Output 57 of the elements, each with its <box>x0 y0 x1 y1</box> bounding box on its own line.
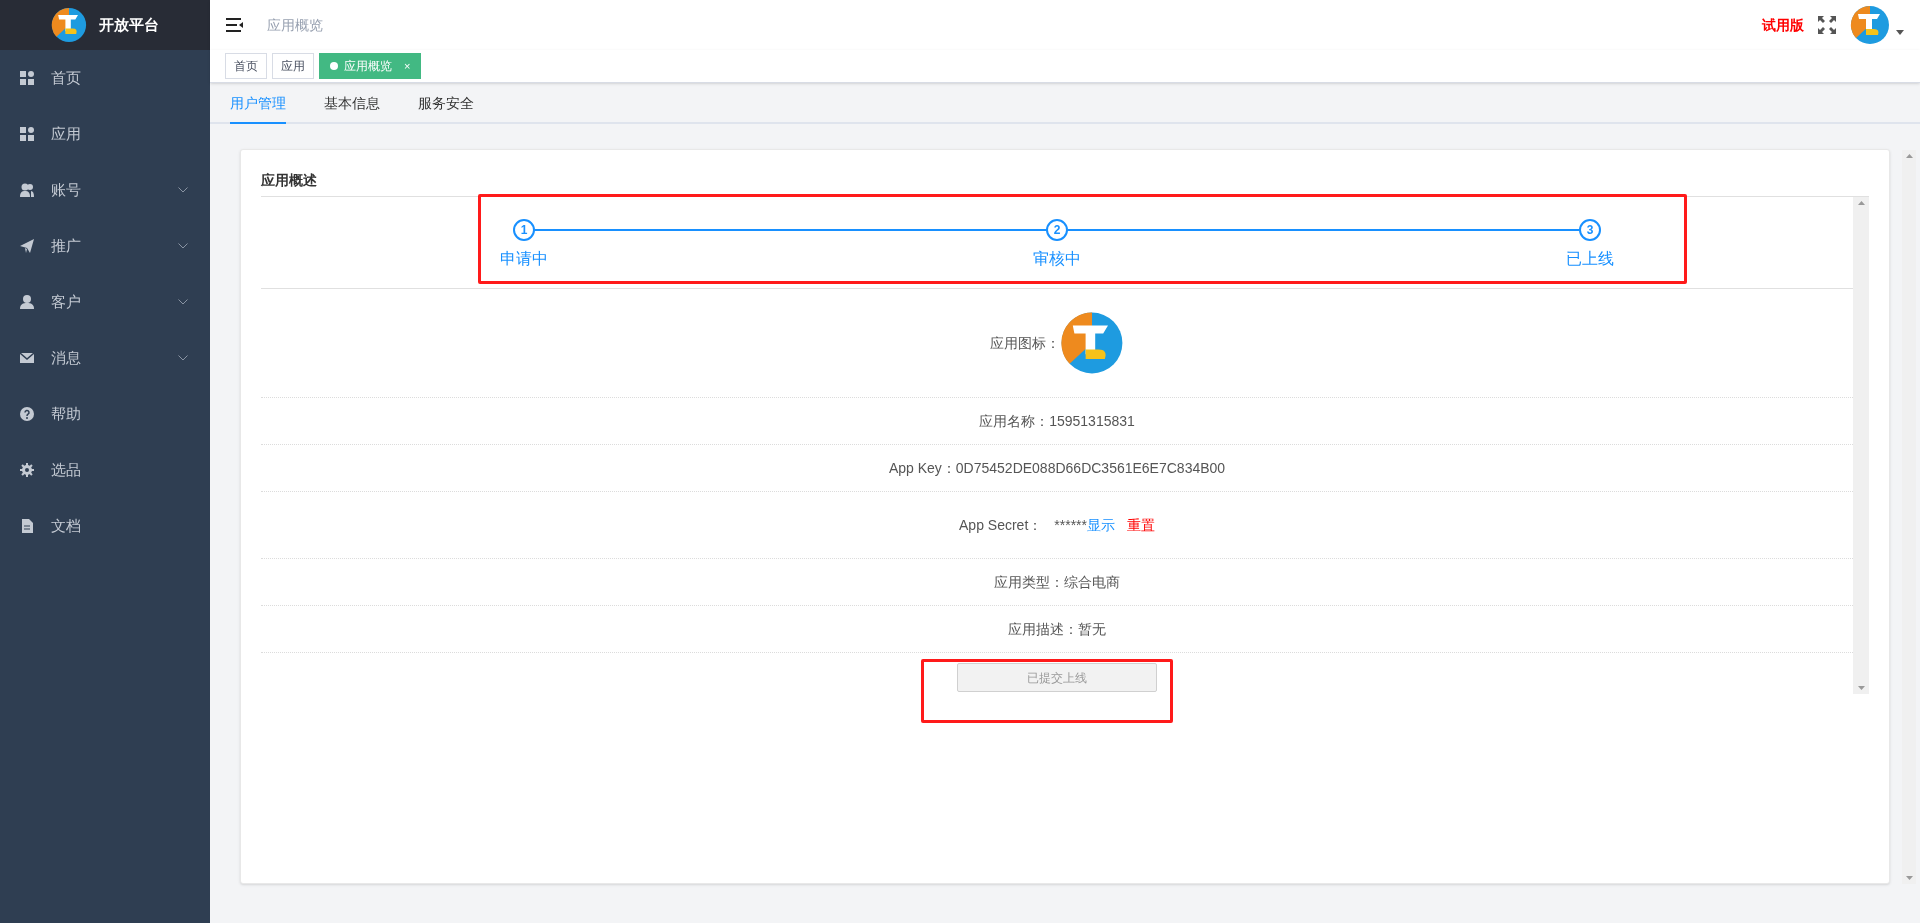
sidebar-item[interactable]: 应用 <box>0 106 210 162</box>
step-number: 1 <box>513 219 535 241</box>
scrollbar[interactable] <box>1853 197 1869 694</box>
field-value: 15951315831 <box>1049 411 1135 431</box>
tag-tab[interactable]: 首页 <box>225 53 267 79</box>
scrollbar[interactable] <box>1902 150 1916 884</box>
breadcrumb: 应用概览 <box>267 15 323 35</box>
step-label: 已上线 <box>1566 249 1614 269</box>
brand-name: 开放平台 <box>99 14 159 35</box>
field-label: 应用图标： <box>990 333 1060 353</box>
mail-icon <box>20 351 34 365</box>
field-value: ****** <box>1054 515 1087 535</box>
fullscreen-icon[interactable] <box>1818 16 1836 34</box>
step-number: 2 <box>1046 219 1068 241</box>
caret-icon[interactable] <box>1896 29 1904 35</box>
scroll-up-icon[interactable] <box>1905 154 1913 158</box>
sidebar-item[interactable]: 消息 <box>0 330 210 386</box>
app-logo-icon <box>1060 311 1124 375</box>
sidebar-item[interactable]: 首页 <box>0 50 210 106</box>
help-icon <box>20 407 34 421</box>
grid-icon <box>20 71 34 85</box>
field-label: 应用类型： <box>994 572 1064 592</box>
field-label: App Key： <box>888 458 956 478</box>
gear-icon <box>20 463 34 477</box>
menu-icon[interactable] <box>226 18 243 32</box>
scroll-up-icon[interactable] <box>1857 201 1865 205</box>
grid-icon <box>20 127 34 141</box>
tab[interactable]: 基本信息 <box>324 93 380 124</box>
card-title: 应用概述 <box>261 171 318 190</box>
file-icon <box>20 519 34 533</box>
logo-icon <box>1850 5 1890 45</box>
field-label: 应用名称： <box>979 411 1050 431</box>
scroll-down-icon[interactable] <box>1857 686 1865 690</box>
sidebar-item[interactable]: 推广 <box>0 218 210 274</box>
tab[interactable]: 服务安全 <box>418 93 474 124</box>
step-label: 审核中 <box>1033 249 1081 269</box>
trial-label: 试用版 <box>1762 15 1804 35</box>
sidebar-item[interactable]: 帮助 <box>0 386 210 442</box>
field-value: 0D75452DE088D66DC3561E6E7C834B00 <box>955 458 1226 478</box>
logo-icon <box>51 7 87 43</box>
paper-plane-icon <box>20 239 34 253</box>
user-icon <box>20 295 34 309</box>
avatar[interactable] <box>1850 5 1890 45</box>
field-label: 应用描述： <box>1008 619 1078 639</box>
scroll-down-icon[interactable] <box>1905 876 1913 880</box>
step-label: 申请中 <box>500 249 548 269</box>
tag-tab[interactable]: 应用 <box>272 53 314 79</box>
sidebar-item[interactable]: 账号 <box>0 162 210 218</box>
field-label: App Secret： <box>959 515 1043 535</box>
users-icon <box>20 183 34 197</box>
step-number: 3 <box>1579 219 1601 241</box>
sidebar-item[interactable]: 选品 <box>0 442 210 498</box>
field-value: 综合电商 <box>1064 572 1120 592</box>
sidebar-item[interactable]: 客户 <box>0 274 210 330</box>
reset-link[interactable]: 重置 <box>1127 514 1155 536</box>
field-value: 暂无 <box>1078 619 1106 639</box>
sidebar-item[interactable]: 文档 <box>0 498 210 554</box>
